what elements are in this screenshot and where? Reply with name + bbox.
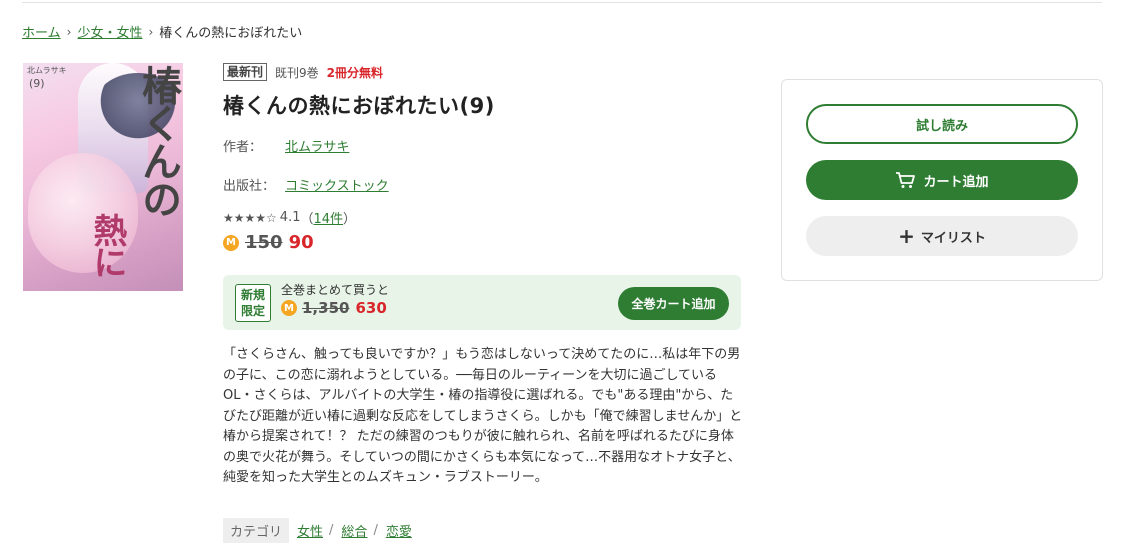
breadcrumb-current: 椿くんの熱におぼれたい <box>159 26 303 41</box>
publisher-row: 出版社： コミックストック <box>223 175 743 194</box>
add-all-to-cart-button[interactable]: 全巻カート追加 <box>618 287 729 320</box>
cover-title-2: 熱に <box>87 213 127 277</box>
bundle-price-row: M 1,350 630 <box>281 299 387 317</box>
original-price: 150 <box>245 232 283 253</box>
bundle-sale-price: 630 <box>355 299 387 317</box>
new-limited-badge: 新規 限定 <box>235 284 271 322</box>
price-row: M 150 90 <box>223 232 314 253</box>
bundle-offer: 新規 限定 全巻まとめて買うと M 1,350 630 全巻カート追加 <box>223 275 741 330</box>
book-description: 「さくらさん、触っても良いですか？」もう恋はしないって決めてたのに…私は年下の男… <box>223 347 743 485</box>
category-link-general[interactable]: 総合 <box>341 521 367 540</box>
rating-stars-icon: ★★★★☆ <box>223 210 277 225</box>
author-link[interactable]: 北ムラサキ <box>285 136 349 155</box>
cart-icon <box>895 171 917 189</box>
breadcrumb-category-link[interactable]: 少女・女性 <box>77 22 142 41</box>
cover-title: 椿くんの <box>135 65 182 217</box>
category-link-women[interactable]: 女性 <box>297 521 323 540</box>
breadcrumb: ホーム › 少女・女性 › 椿くんの熱におぼれたい <box>22 22 303 42</box>
badge-line-2: 限定 <box>240 304 265 318</box>
category-separator: / <box>373 523 378 538</box>
latest-badge: 最新刊 <box>223 63 268 81</box>
reviews-paren-open: （ <box>300 212 314 227</box>
mylist-label: マイリスト <box>920 230 986 246</box>
rating-row: ★★★★☆ 4.1 （ 14件 ） <box>223 208 356 227</box>
add-to-cart-label: カート追加 <box>923 174 989 190</box>
chevron-right-icon: › <box>148 24 154 39</box>
publisher-link[interactable]: コミックストック <box>285 175 389 194</box>
free-badge: 2冊分無料 <box>326 65 384 80</box>
sale-price: 90 <box>288 232 314 253</box>
badge-line-1: 新規 <box>240 288 265 302</box>
reviews-paren-close: ） <box>343 212 357 227</box>
cover-author: 北ムラサキ <box>27 66 67 75</box>
coin-icon: M <box>223 234 239 251</box>
trial-read-label: 試し読み <box>915 118 968 134</box>
chevron-right-icon: › <box>66 24 72 39</box>
category-link-romance[interactable]: 恋愛 <box>386 521 412 540</box>
category-label: カテゴリ <box>223 518 290 543</box>
add-to-mylist-button[interactable]: + マイリスト <box>806 216 1078 256</box>
category-row: カテゴリ 女性 / 総合 / 恋愛 <box>223 518 412 543</box>
top-divider <box>22 2 1102 3</box>
badges-row: 最新刊 既刊9巻 2冊分無料 <box>223 62 743 82</box>
reviews-link[interactable]: 14件 <box>314 208 344 227</box>
author-row: 作者： 北ムラサキ <box>223 136 743 155</box>
trial-read-button[interactable]: 試し読み <box>806 104 1078 144</box>
breadcrumb-home-link[interactable]: ホーム <box>22 22 61 41</box>
bundle-description: 全巻まとめて買うと <box>281 283 390 297</box>
rating-score: 4.1 <box>279 210 301 225</box>
published-count: 既刊9巻 <box>275 65 319 80</box>
category-separator: / <box>329 523 334 538</box>
add-to-cart-button[interactable]: カート追加 <box>806 160 1078 200</box>
page-title: 椿くんの熱におぼれたい(9) <box>223 94 495 118</box>
plus-icon: + <box>898 224 915 248</box>
bundle-original-price: 1,350 <box>302 299 350 317</box>
cover-volume: (9) <box>29 77 45 90</box>
purchase-panel: 試し読み カート追加 + マイリスト <box>781 79 1103 281</box>
coin-icon: M <box>281 300 297 316</box>
book-cover-image[interactable]: 北ムラサキ (9) 椿くんの 熱に <box>23 63 183 291</box>
book-info: 最新刊 既刊9巻 2冊分無料 椿くんの熱におぼれたい(9) 作者： 北ムラサキ … <box>223 62 743 194</box>
publisher-label: 出版社： <box>223 179 276 194</box>
author-label: 作者： <box>223 140 263 155</box>
